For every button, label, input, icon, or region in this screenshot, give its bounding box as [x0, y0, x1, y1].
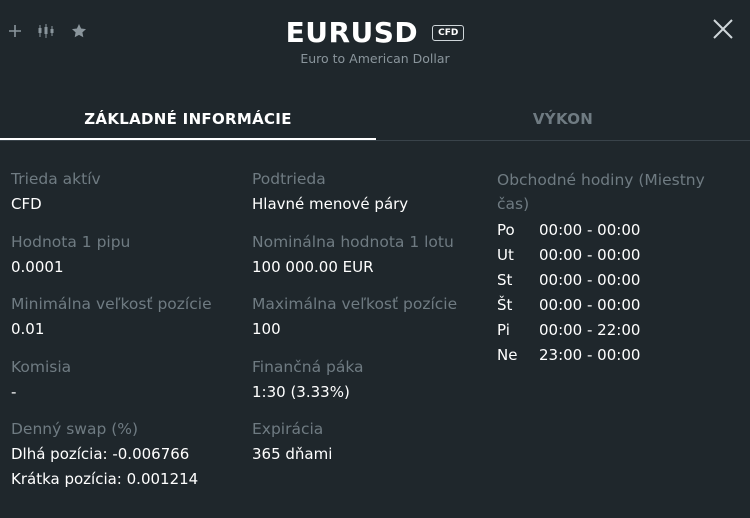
- expiration-field: Expirácia 365 dňami: [252, 418, 492, 481]
- field-value: 1:30 (3.33%): [252, 382, 350, 401]
- field-label: Minimálna veľkosť pozície: [11, 295, 212, 313]
- asset-class-field: Trieda aktív CFD: [11, 168, 241, 231]
- field-value: 100 000.00 EUR: [252, 257, 374, 276]
- info-column-2: Podtrieda Hlavné menové páry Nominálna h…: [252, 168, 492, 481]
- trading-hours-row: Št 00:00 - 00:00: [497, 293, 737, 318]
- trading-hours-label: Obchodné hodiny (Miestny čas): [497, 171, 705, 213]
- field-label: Podtrieda: [252, 170, 326, 188]
- hours-value: 23:00 - 00:00: [539, 346, 641, 364]
- field-value: Hlavné menové páry: [252, 195, 409, 213]
- field-value: 365 dňami: [252, 445, 333, 463]
- swap-short-value: Krátka pozícia: 0.001214: [11, 470, 199, 488]
- trading-hours-row: Ne 23:00 - 00:00: [497, 343, 737, 368]
- info-column-1: Trieda aktív CFD Hodnota 1 pipu 0.0001 M…: [11, 168, 241, 488]
- field-value: CFD: [11, 195, 42, 213]
- trading-hours-list: Po 00:00 - 00:00 Ut 00:00 - 00:00 St 00:…: [497, 218, 737, 368]
- trading-hours-row: Ut 00:00 - 00:00: [497, 243, 737, 268]
- trading-hours-row: Pi 00:00 - 22:00: [497, 318, 737, 343]
- header: EURUSD CFD Euro to American Dollar: [0, 0, 750, 90]
- hours-value: 00:00 - 22:00: [539, 321, 641, 339]
- lot-value-field: Nominálna hodnota 1 lotu 100 000.00 EUR: [252, 231, 492, 294]
- close-icon[interactable]: [710, 16, 736, 42]
- subclass-field: Podtrieda Hlavné menové páry: [252, 168, 492, 231]
- hours-value: 00:00 - 00:00: [539, 221, 641, 239]
- field-value: 100: [252, 320, 281, 338]
- hours-value: 00:00 - 00:00: [539, 246, 641, 264]
- field-label: Trieda aktív: [11, 170, 101, 188]
- field-value: 0.0001: [11, 257, 64, 276]
- day-label: Ut: [497, 246, 514, 264]
- tab-basic-info[interactable]: ZÁKLADNÉ INFORMÁCIE: [0, 100, 376, 140]
- pip-value-field: Hodnota 1 pipu 0.0001: [11, 231, 241, 294]
- tab-performance[interactable]: VÝKON: [376, 100, 750, 138]
- field-label: Nominálna hodnota 1 lotu: [252, 232, 454, 251]
- field-value: -: [11, 382, 17, 401]
- field-value: 0.01: [11, 320, 45, 338]
- field-label: Expirácia: [252, 420, 324, 438]
- hours-value: 00:00 - 00:00: [539, 296, 641, 314]
- leverage-field: Finančná páka 1:30 (3.33%): [252, 356, 492, 419]
- day-label: St: [497, 271, 513, 289]
- hours-value: 00:00 - 00:00: [539, 271, 641, 289]
- daily-swap-field: Denný swap (%) Dlhá pozícia: -0.006766 K…: [11, 418, 241, 488]
- day-label: Po: [497, 221, 515, 239]
- swap-long-value: Dlhá pozícia: -0.006766: [11, 445, 190, 463]
- field-label: Maximálna veľkosť pozície: [252, 295, 458, 313]
- tab-bar: ZÁKLADNÉ INFORMÁCIE VÝKON: [0, 100, 750, 141]
- instrument-symbol: EURUSD: [285, 16, 419, 49]
- field-label: Denný swap (%): [11, 420, 139, 438]
- trading-hours-row: Po 00:00 - 00:00: [497, 218, 737, 243]
- max-position-size-field: Maximálna veľkosť pozície 100: [252, 293, 492, 356]
- day-label: Ne: [497, 346, 518, 364]
- instrument-description: Euro to American Dollar: [300, 51, 450, 66]
- instrument-title: EURUSD CFD Euro to American Dollar: [0, 16, 750, 66]
- field-label: Hodnota 1 pipu: [11, 232, 131, 251]
- commission-field: Komisia -: [11, 356, 241, 419]
- min-position-size-field: Minimálna veľkosť pozície 0.01: [11, 293, 241, 356]
- day-label: Pi: [497, 321, 510, 339]
- trading-hours-row: St 00:00 - 00:00: [497, 268, 737, 293]
- field-label: Finančná páka: [252, 357, 364, 376]
- trading-hours: Obchodné hodiny (Miestny čas) Po 00:00 -…: [497, 168, 737, 368]
- field-label: Komisia: [11, 357, 72, 376]
- day-label: Št: [497, 296, 513, 314]
- instrument-type-badge: CFD: [432, 24, 465, 41]
